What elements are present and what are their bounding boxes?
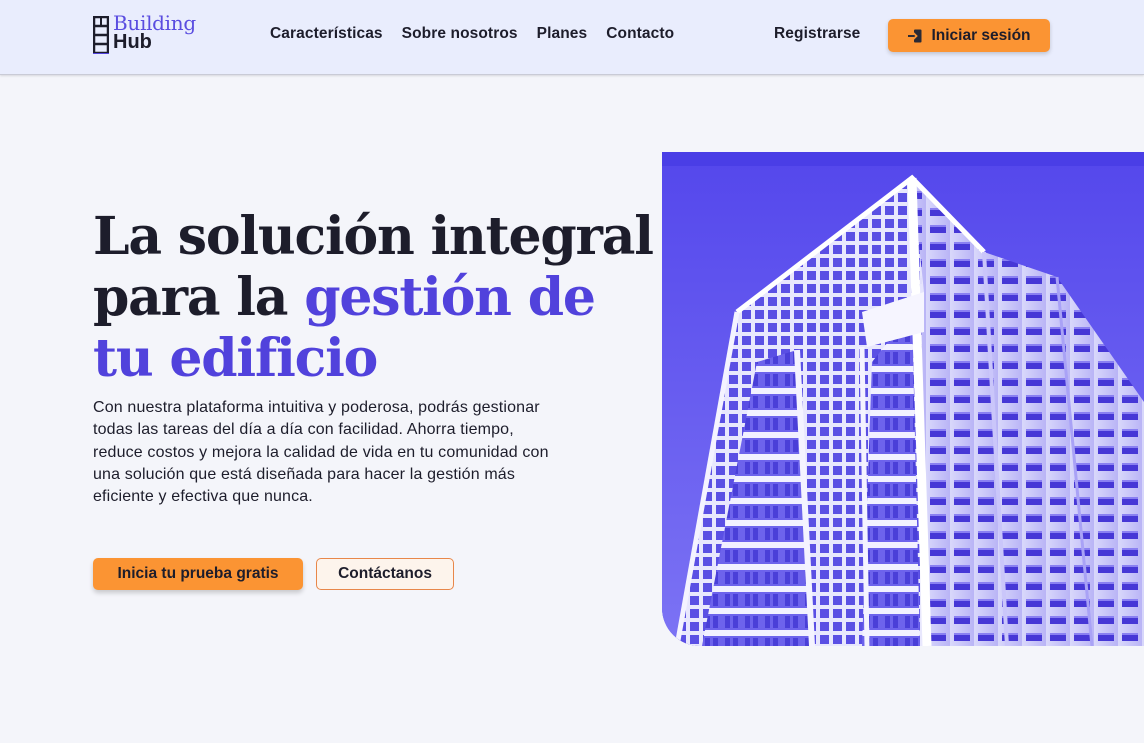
building-illustration xyxy=(662,152,1144,646)
login-button-label: Iniciar sesión xyxy=(931,26,1031,44)
top-navigation-bar: Building Hub Características Sobre nosot… xyxy=(0,0,1144,75)
nav-link-planes[interactable]: Planes xyxy=(537,25,588,43)
login-button[interactable]: Iniciar sesión xyxy=(888,19,1050,52)
contact-button[interactable]: Contáctanos xyxy=(316,558,454,590)
nav-link-contacto[interactable]: Contacto xyxy=(606,25,674,43)
hero-title: La solución integral para la gestión de … xyxy=(93,206,654,389)
login-arrow-icon xyxy=(907,28,923,44)
brand-name-line2: Hub xyxy=(113,31,152,53)
nav-link-caracteristicas[interactable]: Características xyxy=(270,25,383,43)
hero-description: Con nuestra plataforma intuitiva y poder… xyxy=(93,399,549,506)
brand-wordmark: Building Hub xyxy=(113,13,196,53)
nav-link-sobre-nosotros[interactable]: Sobre nosotros xyxy=(402,25,518,43)
free-trial-button[interactable]: Inicia tu prueba gratis xyxy=(93,558,303,590)
brand-logo[interactable]: Building Hub xyxy=(93,13,213,56)
register-link[interactable]: Registrarse xyxy=(774,25,860,43)
building-logo-icon xyxy=(93,16,109,54)
hero-building-image xyxy=(662,152,1144,646)
main-nav: Características Sobre nosotros Planes Co… xyxy=(270,25,693,43)
